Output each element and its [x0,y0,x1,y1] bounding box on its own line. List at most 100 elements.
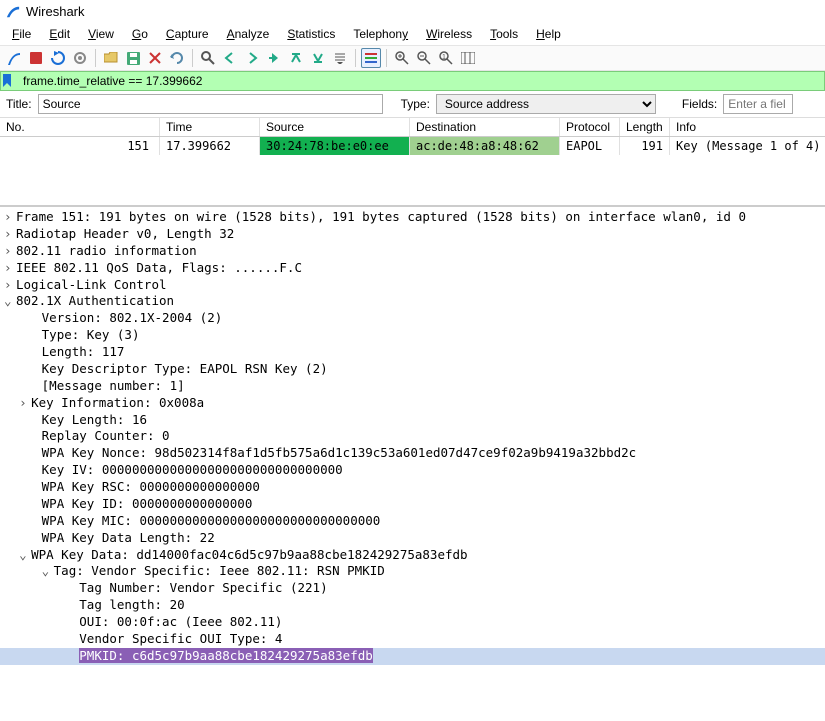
menu-go[interactable]: Go [124,25,156,43]
colorize-button[interactable] [361,48,381,68]
tree-type[interactable]: Type: Key (3) [0,327,825,344]
col-header-no[interactable]: No. [0,118,160,136]
cell-no: 151 [0,137,160,155]
tree-rsc[interactable]: WPA Key RSC: 0000000000000000 [0,479,825,496]
tree-id[interactable]: WPA Key ID: 0000000000000000 [0,496,825,513]
column-type-select[interactable]: Source address [436,94,656,114]
tree-taglen[interactable]: Tag length: 20 [0,597,825,614]
tree-frame[interactable]: ›Frame 151: 191 bytes on wire (1528 bits… [0,209,825,226]
title-label: Title: [6,97,32,111]
col-header-time[interactable]: Time [160,118,260,136]
column-editor-bar: Title: Type: Source address Fields: [0,91,825,118]
col-header-protocol[interactable]: Protocol [560,118,620,136]
tree-ouitype[interactable]: Vendor Specific OUI Type: 4 [0,631,825,648]
tree-mic[interactable]: WPA Key MIC: 000000000000000000000000000… [0,513,825,530]
cell-protocol: EAPOL [560,137,620,155]
find-packet-button[interactable] [198,48,218,68]
tree-tag[interactable]: ⌄Tag: Vendor Specific: Ieee 802.11: RSN … [0,563,825,580]
col-header-info[interactable]: Info [670,118,825,136]
main-toolbar: 1 [0,45,825,71]
zoom-out-button[interactable] [414,48,434,68]
zoom-in-button[interactable] [392,48,412,68]
restart-capture-button[interactable] [48,48,68,68]
menu-wireless[interactable]: Wireless [418,25,480,43]
chevron-down-icon[interactable]: ⌄ [19,547,31,564]
tree-version[interactable]: Version: 802.1X-2004 (2) [0,310,825,327]
tree-pmkid[interactable]: PMKID: c6d5c97b9aa88cbe182429275a83efdb [0,648,825,665]
type-label: Type: [401,97,430,111]
menu-tools[interactable]: Tools [482,25,526,43]
start-capture-button[interactable] [4,48,24,68]
go-first-packet-button[interactable] [286,48,306,68]
cell-time: 17.399662 [160,137,260,155]
menu-analyze[interactable]: Analyze [219,25,278,43]
tree-radiotap[interactable]: ›Radiotap Header v0, Length 32 [0,226,825,243]
display-filter-bar [0,71,825,91]
chevron-right-icon[interactable]: › [4,243,16,260]
tree-radio[interactable]: ›802.11 radio information [0,243,825,260]
display-filter-input[interactable] [19,72,824,90]
col-header-destination[interactable]: Destination [410,118,560,136]
tree-iv[interactable]: Key IV: 00000000000000000000000000000000 [0,462,825,479]
cell-info: Key (Message 1 of 4) [670,137,825,155]
tree-eapol[interactable]: ⌄802.1X Authentication [0,293,825,310]
zoom-reset-button[interactable]: 1 [436,48,456,68]
tree-qos[interactable]: ›IEEE 802.11 QoS Data, Flags: ......F.C [0,260,825,277]
resize-columns-button[interactable] [458,48,478,68]
cell-length: 191 [620,137,670,155]
menu-bar: File Edit View Go Capture Analyze Statis… [0,23,825,45]
capture-options-button[interactable] [70,48,90,68]
tree-llc[interactable]: ›Logical-Link Control [0,277,825,294]
tree-msgnum[interactable]: [Message number: 1] [0,378,825,395]
tree-length[interactable]: Length: 117 [0,344,825,361]
menu-file[interactable]: File [4,25,39,43]
col-header-length[interactable]: Length [620,118,670,136]
cell-destination: ac:de:48:a8:48:62 [410,137,560,155]
go-to-packet-button[interactable] [264,48,284,68]
column-title-input[interactable] [38,94,383,114]
tree-oui[interactable]: OUI: 00:0f:ac (Ieee 802.11) [0,614,825,631]
tree-kdt[interactable]: Key Descriptor Type: EAPOL RSN Key (2) [0,361,825,378]
cell-source: 30:24:78:be:e0:ee [260,137,410,155]
app-title: Wireshark [26,4,85,19]
tree-tagnum[interactable]: Tag Number: Vendor Specific (221) [0,580,825,597]
go-back-button[interactable] [220,48,240,68]
close-file-button[interactable] [145,48,165,68]
col-header-source[interactable]: Source [260,118,410,136]
chevron-down-icon[interactable]: ⌄ [42,563,54,580]
packet-list-pane: No. Time Source Destination Protocol Len… [0,118,825,206]
packet-details-pane: ›Frame 151: 191 bytes on wire (1528 bits… [0,206,825,675]
tree-replay[interactable]: Replay Counter: 0 [0,428,825,445]
menu-edit[interactable]: Edit [41,25,78,43]
tree-nonce[interactable]: WPA Key Nonce: 98d502314f8af1d5fb575a6d1… [0,445,825,462]
go-forward-button[interactable] [242,48,262,68]
wireshark-fin-icon [6,5,20,19]
packet-list-header: No. Time Source Destination Protocol Len… [0,118,825,137]
menu-view[interactable]: View [80,25,122,43]
save-file-button[interactable] [123,48,143,68]
tree-keylen[interactable]: Key Length: 16 [0,412,825,429]
auto-scroll-button[interactable] [330,48,350,68]
fields-input[interactable] [723,94,793,114]
open-file-button[interactable] [101,48,121,68]
reload-file-button[interactable] [167,48,187,68]
chevron-right-icon[interactable]: › [4,226,16,243]
packet-row[interactable]: 151 17.399662 30:24:78:be:e0:ee ac:de:48… [0,137,825,155]
svg-text:1: 1 [442,54,446,61]
tree-keyinfo[interactable]: ›Key Information: 0x008a [0,395,825,412]
chevron-right-icon[interactable]: › [4,209,16,226]
menu-telephony[interactable]: Telephony [345,25,416,43]
menu-help[interactable]: Help [528,25,569,43]
menu-capture[interactable]: Capture [158,25,217,43]
chevron-right-icon[interactable]: › [4,260,16,277]
fields-label: Fields: [682,97,717,111]
chevron-right-icon[interactable]: › [19,395,31,412]
stop-capture-button[interactable] [26,48,46,68]
tree-kdlen[interactable]: WPA Key Data Length: 22 [0,530,825,547]
menu-statistics[interactable]: Statistics [279,25,343,43]
filter-bookmark-icon[interactable] [1,74,19,88]
go-last-packet-button[interactable] [308,48,328,68]
tree-kdata[interactable]: ⌄WPA Key Data: dd14000fac04c6d5c97b9aa88… [0,547,825,564]
chevron-right-icon[interactable]: › [4,277,16,294]
chevron-down-icon[interactable]: ⌄ [4,293,16,310]
